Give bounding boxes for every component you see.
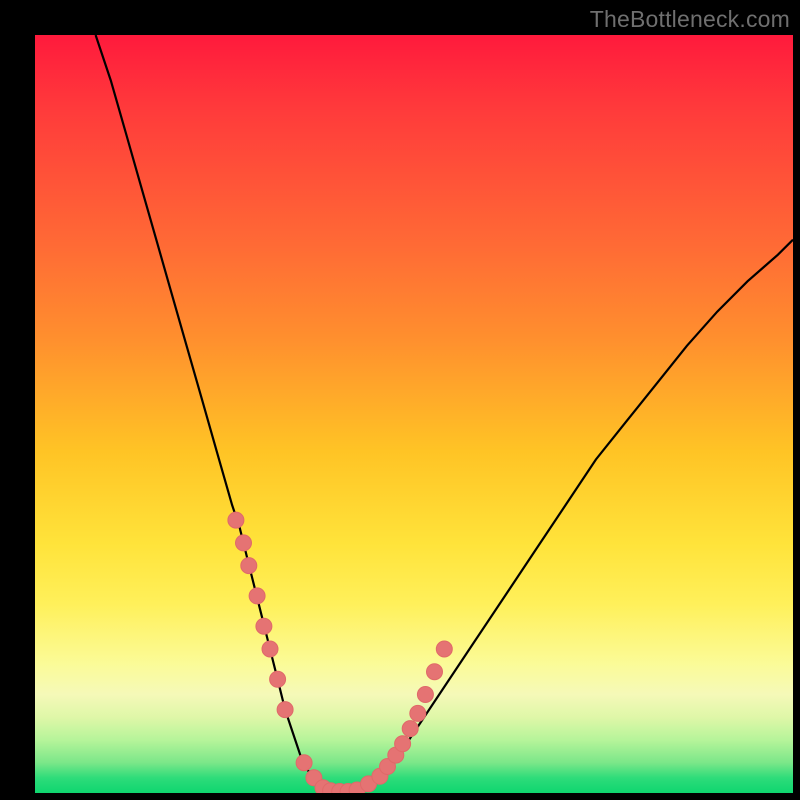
scatter-dot: [417, 687, 433, 703]
scatter-dot: [236, 535, 252, 551]
scatter-dot: [402, 721, 418, 737]
plot-area: [35, 35, 793, 793]
scatter-dot: [427, 664, 443, 680]
chart-frame: TheBottleneck.com: [0, 0, 800, 800]
scatter-dot: [296, 755, 312, 771]
scatter-dot: [270, 671, 286, 687]
scatter-dot: [277, 702, 293, 718]
scatter-dot: [241, 558, 257, 574]
scatter-dot: [249, 588, 265, 604]
scatter-dot: [262, 641, 278, 657]
watermark-text: TheBottleneck.com: [590, 6, 790, 33]
scatter-dot: [395, 736, 411, 752]
scatter-dot: [436, 641, 452, 657]
scatter-dot: [228, 512, 244, 528]
scatter-dot: [256, 618, 272, 634]
scatter-dots: [35, 35, 793, 793]
scatter-dot: [410, 705, 426, 721]
